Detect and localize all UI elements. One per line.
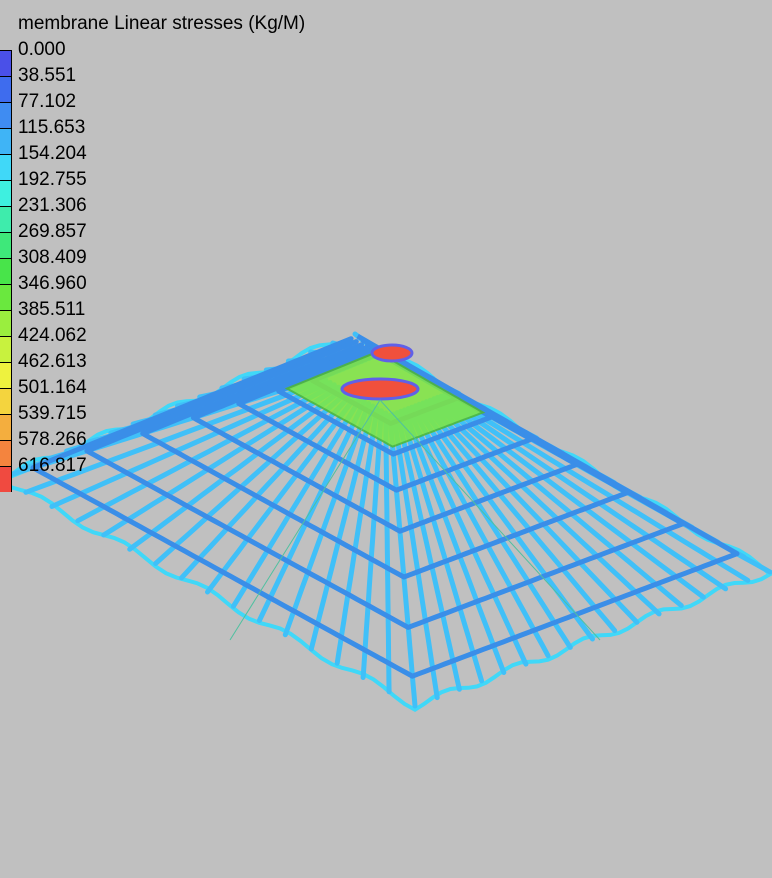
legend-swatch [0, 258, 12, 284]
legend-swatch [0, 180, 12, 206]
legend-title: membrane Linear stresses (Kg/M) [18, 13, 306, 34]
legend-value-label: 192.755 [18, 169, 87, 190]
membrane-mesh-render [0, 331, 772, 713]
legend-value-label: 154.204 [18, 143, 87, 164]
legend-swatch [0, 232, 12, 258]
legend-value-label: 38.551 [18, 65, 77, 86]
legend-value-label: 346.960 [18, 273, 87, 294]
legend-value-label: 308.409 [18, 247, 87, 268]
legend-swatch [0, 154, 12, 180]
legend-swatch [0, 284, 12, 310]
legend-swatch [0, 50, 12, 76]
legend-value-label: 424.062 [18, 325, 87, 346]
legend-swatch [0, 336, 12, 362]
legend-value-label: 269.857 [18, 221, 87, 242]
legend-swatch [0, 388, 12, 414]
legend-swatch [0, 362, 12, 388]
legend-swatch [0, 102, 12, 128]
legend-swatch [0, 440, 12, 466]
legend-value-label: 385.511 [18, 299, 86, 320]
legend-swatch [0, 206, 12, 232]
legend-swatch [0, 76, 12, 102]
legend-value-label: 77.102 [18, 91, 77, 112]
legend-value-label: 115.653 [18, 117, 86, 138]
legend-value-label: 501.164 [18, 377, 87, 398]
legend-value-label: 462.613 [18, 351, 87, 372]
legend-value-label: 578.266 [18, 429, 87, 450]
mast-top-cap [370, 343, 414, 363]
3d-viewport[interactable] [0, 0, 772, 878]
legend-swatch [0, 128, 12, 154]
legend-value-label: 231.306 [18, 195, 87, 216]
radial-mesh-line [383, 410, 392, 695]
legend-value-label: 0.000 [18, 39, 66, 60]
legend-swatch [0, 310, 12, 336]
mast-base-ring [340, 377, 420, 401]
legend-value-label: 539.715 [18, 403, 87, 424]
legend-value-label: 616.817 [18, 455, 87, 476]
legend-swatch [0, 414, 12, 440]
legend-swatch [0, 466, 12, 492]
